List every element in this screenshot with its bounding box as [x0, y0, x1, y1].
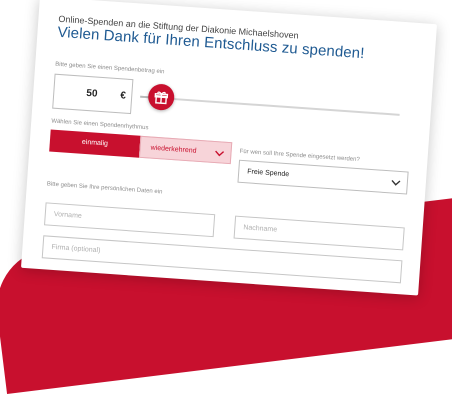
purpose-select-value: Freie Spende — [246, 168, 290, 179]
rhythm-label: Wählen Sie einen Spendenrhythmus — [51, 118, 149, 132]
amount-slider-thumb[interactable] — [147, 83, 175, 112]
amount-input[interactable]: 50 € — [52, 73, 134, 115]
amount-slider-track[interactable] — [140, 95, 400, 116]
chevron-down-icon — [215, 150, 225, 157]
chevron-down-icon — [391, 179, 401, 186]
personal-data-label: Bitte geben Sie Ihre persönlichen Daten … — [46, 181, 163, 196]
rhythm-option-recurring-label: wiederkehrend — [150, 144, 197, 155]
first-name-field[interactable]: Vorname — [44, 202, 216, 238]
purpose-select[interactable]: Freie Spende — [237, 159, 409, 195]
donation-form-card: Online-Spenden an die Stiftung der Diako… — [20, 0, 438, 296]
gift-icon — [154, 91, 168, 105]
rhythm-option-recurring[interactable]: wiederkehrend — [138, 135, 233, 165]
last-name-placeholder: Nachname — [243, 224, 278, 234]
amount-value: 50 — [85, 87, 98, 100]
rhythm-option-once[interactable]: einmalig — [49, 129, 141, 158]
amount-label: Bitte geben Sie einen Spendenbetrag ein — [55, 61, 165, 76]
company-placeholder: Firma (optional) — [51, 243, 101, 255]
first-name-placeholder: Vorname — [53, 210, 83, 220]
last-name-field[interactable]: Nachname — [233, 215, 405, 251]
currency-symbol: € — [119, 90, 127, 102]
